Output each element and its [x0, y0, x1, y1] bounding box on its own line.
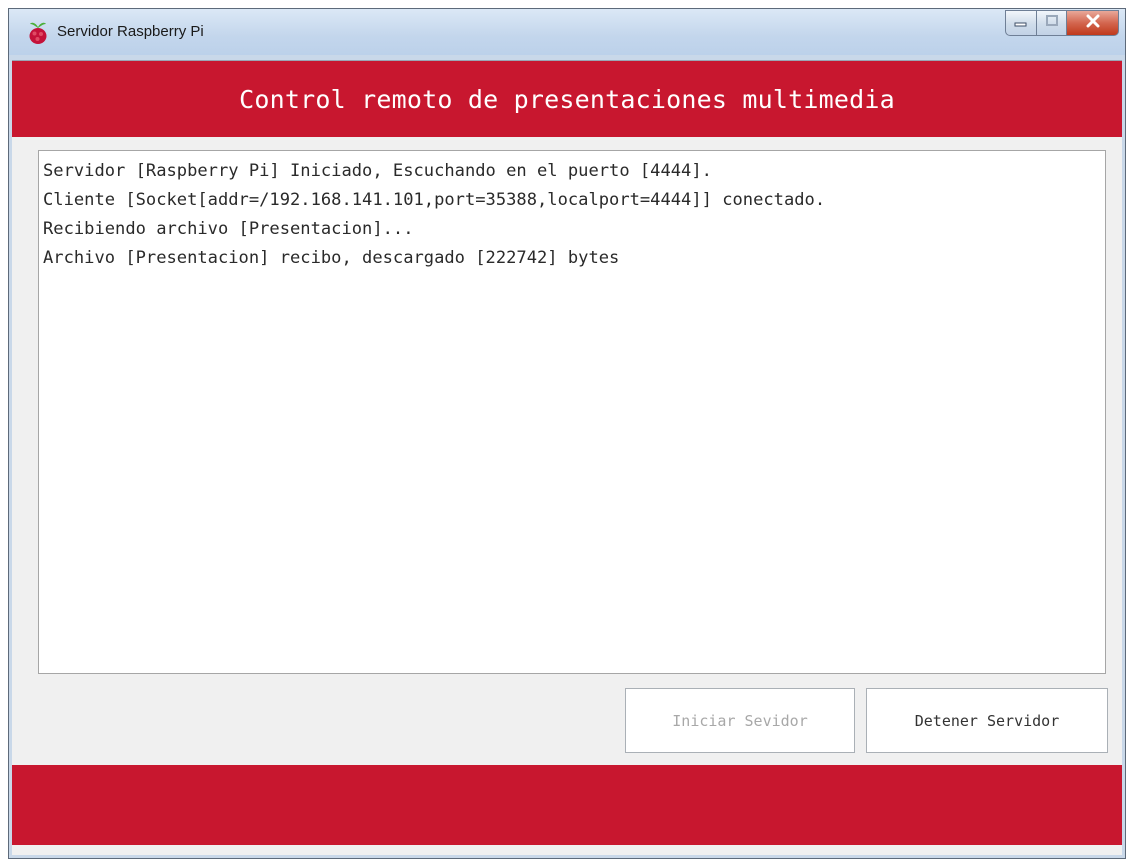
maximize-icon	[1045, 14, 1059, 32]
minimize-icon	[1014, 14, 1028, 32]
log-line: Servidor [Raspberry Pi] Iniciado, Escuch…	[43, 161, 712, 181]
stop-server-button[interactable]: Detener Servidor	[866, 688, 1108, 753]
log-textarea[interactable]: Servidor [Raspberry Pi] Iniciado, Escuch…	[38, 150, 1106, 674]
header-banner: Control remoto de presentaciones multime…	[12, 61, 1122, 137]
window-content: Control remoto de presentaciones multime…	[12, 60, 1122, 855]
start-server-button[interactable]: Iniciar Sevidor	[625, 688, 855, 753]
maximize-button[interactable]	[1037, 10, 1067, 36]
app-window: Servidor Raspberry Pi Control remoto de …	[8, 8, 1126, 859]
log-line: Recibiendo archivo [Presentacion]...	[43, 219, 414, 239]
close-button[interactable]	[1067, 10, 1119, 36]
minimize-button[interactable]	[1005, 10, 1037, 36]
window-controls	[1005, 10, 1119, 38]
window-title: Servidor Raspberry Pi	[57, 23, 204, 40]
raspberry-pi-icon	[27, 21, 49, 45]
header-title: Control remoto de presentaciones multime…	[239, 84, 895, 114]
log-line: Cliente [Socket[addr=/192.168.141.101,po…	[43, 190, 826, 210]
title-bar[interactable]: Servidor Raspberry Pi	[9, 9, 1125, 55]
close-icon	[1085, 14, 1101, 33]
footer-banner	[12, 765, 1122, 845]
log-line: Archivo [Presentacion] recibo, descargad…	[43, 248, 620, 268]
